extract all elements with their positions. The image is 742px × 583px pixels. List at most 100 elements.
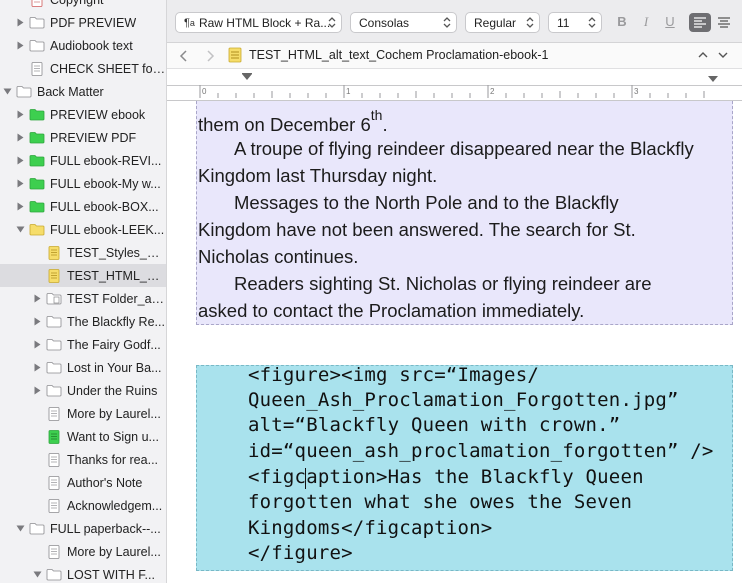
sidebar-item[interactable]: Back Matter bbox=[0, 80, 166, 103]
sidebar-item-label: FULL ebook-BOX... bbox=[50, 199, 159, 214]
text-block[interactable]: them on December 6th. A troupe of flying… bbox=[196, 101, 733, 325]
sidebar-item-label: Thanks for rea... bbox=[67, 452, 159, 467]
disclosure-right-icon[interactable] bbox=[32, 340, 42, 350]
sidebar-item[interactable]: More by Laurel... bbox=[0, 402, 166, 425]
sidebar-item-label: More by Laurel... bbox=[67, 406, 161, 421]
disclosure-down-icon[interactable] bbox=[2, 87, 12, 97]
right-indent-marker bbox=[708, 76, 718, 82]
sidebar-item[interactable]: PREVIEW ebook bbox=[0, 103, 166, 126]
sidebar-item-label: CHECK SHEET for... bbox=[50, 61, 166, 76]
disclosure-down-icon[interactable] bbox=[15, 225, 25, 235]
sidebar-item-label: Back Matter bbox=[37, 84, 104, 99]
sidebar-item[interactable]: The Blackfly Re... bbox=[0, 310, 166, 333]
disclosure-right-icon[interactable] bbox=[32, 363, 42, 373]
sidebar-item[interactable]: Author's Note bbox=[0, 471, 166, 494]
folder-icon bbox=[46, 361, 62, 374]
paragraph-style-popup[interactable]: ¶a Raw HTML Block + Ra... bbox=[175, 12, 342, 33]
sidebar-item[interactable]: TEST_HTML_alt... bbox=[0, 264, 166, 287]
sidebar-item[interactable]: Under the Ruins bbox=[0, 379, 166, 402]
disclosure-right-icon[interactable] bbox=[32, 386, 42, 396]
superscript-text: th bbox=[370, 107, 383, 123]
doc-icon bbox=[46, 545, 62, 559]
sidebar-item-label: FULL paperback--... bbox=[50, 521, 161, 536]
bold-button[interactable]: B bbox=[613, 14, 631, 29]
sidebar-item[interactable]: CHECK SHEET for... bbox=[0, 57, 166, 80]
disclosure-right-icon[interactable] bbox=[15, 18, 25, 28]
align-center-button[interactable] bbox=[713, 13, 735, 32]
disclosure-down-icon[interactable] bbox=[32, 570, 42, 580]
disclosure-right-icon[interactable] bbox=[15, 41, 25, 51]
chevron-up-icon[interactable] bbox=[697, 49, 709, 61]
raw-html-block[interactable]: <figure><img src=“Images/ Queen_Ash_Proc… bbox=[196, 364, 733, 571]
sidebar-item[interactable]: FULL ebook-BOX... bbox=[0, 195, 166, 218]
sidebar-item-label: TEST_HTML_alt... bbox=[67, 268, 166, 283]
sidebar-item[interactable]: Thanks for rea... bbox=[0, 448, 166, 471]
binder-sidebar[interactable]: Copyright PDF PREVIEW Audiobook text CHECK … bbox=[0, 0, 167, 583]
sidebar-item-label: The Fairy Godf... bbox=[67, 337, 161, 352]
sidebar-item[interactable]: Acknowledgem... bbox=[0, 494, 166, 517]
sidebar-item[interactable]: FULL ebook-My w... bbox=[0, 172, 166, 195]
chevron-updown-icon bbox=[328, 17, 336, 28]
sidebar-item[interactable]: TEST Folder_alt... bbox=[0, 287, 166, 310]
sidebar-item[interactable]: FULL paperback--... bbox=[0, 517, 166, 540]
italic-button[interactable]: I bbox=[637, 14, 655, 30]
disclosure-right-icon[interactable] bbox=[15, 179, 25, 189]
folder-icon bbox=[46, 568, 62, 581]
code-line: <figcaption>Has the Blackfly Queen bbox=[248, 466, 644, 488]
back-arrow-icon[interactable] bbox=[179, 49, 189, 63]
sidebar-item-label: The Blackfly Re... bbox=[67, 314, 165, 329]
folder-green-icon bbox=[29, 154, 45, 167]
sidebar-item-label: Under the Ruins bbox=[67, 383, 158, 398]
paragraph-line: Messages to the North Pole and to the Bl… bbox=[234, 192, 619, 213]
font-size-label: 11 bbox=[557, 15, 570, 30]
folder-green-icon bbox=[29, 131, 45, 144]
code-line: Kingdoms</figcaption> bbox=[248, 517, 493, 539]
font-style-popup[interactable]: Regular bbox=[465, 12, 540, 33]
sidebar-item[interactable]: LOST WITH F... bbox=[0, 563, 166, 583]
font-size-popup[interactable]: 11 bbox=[548, 12, 602, 33]
sidebar-item[interactable]: Copyright bbox=[0, 0, 166, 11]
sidebar-item[interactable]: More by Laurel... bbox=[0, 540, 166, 563]
disclosure-right-icon[interactable] bbox=[15, 156, 25, 166]
underline-button[interactable]: U bbox=[661, 14, 679, 29]
folder-icon bbox=[29, 16, 45, 29]
sidebar-item[interactable]: The Fairy Godf... bbox=[0, 333, 166, 356]
sidebar-item[interactable]: FULL ebook-REVI... bbox=[0, 149, 166, 172]
ruler[interactable]: 0 1 2 3 bbox=[167, 69, 742, 101]
folder-icon bbox=[16, 85, 32, 98]
editor[interactable]: them on December 6th. A troupe of flying… bbox=[167, 101, 742, 583]
disclosure-right-icon[interactable] bbox=[32, 294, 42, 304]
disclosure-down-icon[interactable] bbox=[15, 524, 25, 534]
code-line: <figure><img src=“Images/ bbox=[248, 364, 539, 386]
align-left-button[interactable] bbox=[689, 13, 711, 32]
sidebar-item-label: FULL ebook-LEEK... bbox=[50, 222, 165, 237]
doc-icon bbox=[46, 407, 62, 421]
doc-yellow-icon bbox=[46, 269, 62, 283]
disclosure-right-icon[interactable] bbox=[15, 133, 25, 143]
disclosure-right-icon[interactable] bbox=[15, 110, 25, 120]
doc-green-icon bbox=[46, 430, 62, 444]
text-cursor bbox=[305, 468, 306, 489]
sidebar-item-label: PDF PREVIEW bbox=[50, 15, 137, 30]
disclosure-right-icon[interactable] bbox=[15, 202, 25, 212]
sidebar-item[interactable]: Audiobook text bbox=[0, 34, 166, 57]
disclosure-right-icon[interactable] bbox=[32, 317, 42, 327]
sidebar-item[interactable]: FULL ebook-LEEK... bbox=[0, 218, 166, 241]
sidebar-item[interactable]: Lost in Your Ba... bbox=[0, 356, 166, 379]
sidebar-item[interactable]: TEST_Styles_al... bbox=[0, 241, 166, 264]
doc-icon bbox=[46, 476, 62, 490]
font-family-popup[interactable]: Consolas bbox=[350, 12, 457, 33]
chevron-down-icon[interactable] bbox=[717, 49, 729, 61]
code-line: </figure> bbox=[248, 542, 353, 564]
sidebar-item[interactable]: Want to Sign u... bbox=[0, 425, 166, 448]
sidebar-item[interactable]: PREVIEW PDF bbox=[0, 126, 166, 149]
sidebar-item-label: TEST Folder_alt... bbox=[67, 291, 166, 306]
forward-arrow-icon[interactable] bbox=[205, 49, 215, 63]
sidebar-item-label: Copyright bbox=[50, 0, 104, 7]
sidebar-item[interactable]: PDF PREVIEW bbox=[0, 11, 166, 34]
